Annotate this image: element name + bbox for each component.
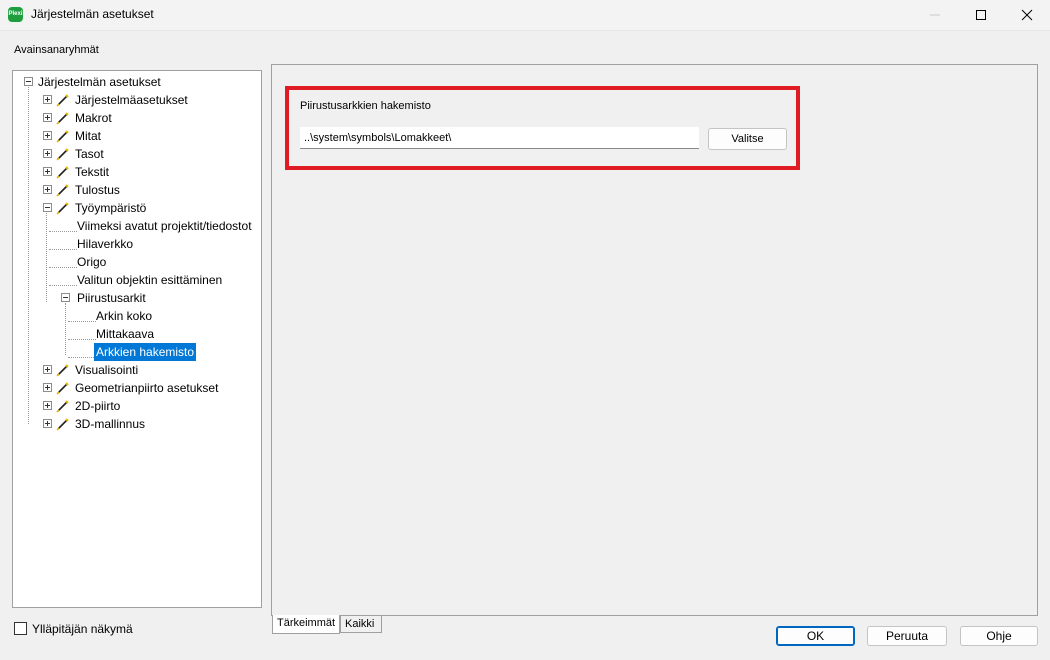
tree-connector bbox=[68, 357, 96, 358]
collapse-icon[interactable] bbox=[43, 203, 52, 212]
tree-node-label: Tulostus bbox=[75, 183, 120, 197]
select-directory-button[interactable]: Valitse bbox=[708, 128, 787, 150]
tree-connector bbox=[28, 87, 29, 424]
pencil-icon bbox=[56, 364, 69, 377]
pencil-icon bbox=[56, 418, 69, 431]
tree-node-label: 3D-mallinnus bbox=[75, 417, 146, 431]
tab-all[interactable]: Kaikki bbox=[340, 615, 382, 633]
tree-node-label: 2D-piirto bbox=[75, 399, 121, 413]
tree-node-label: Arkin koko bbox=[96, 309, 153, 323]
pencil-icon bbox=[56, 202, 69, 215]
expand-icon[interactable] bbox=[43, 401, 52, 410]
maximize-button[interactable] bbox=[958, 0, 1004, 30]
settings-tree[interactable]: Järjestelmän asetukset Järjestelmäasetuk… bbox=[12, 70, 262, 608]
tree-connector bbox=[68, 321, 96, 322]
expand-icon[interactable] bbox=[43, 131, 52, 140]
maximize-icon bbox=[976, 10, 986, 20]
cancel-button[interactable]: Peruuta bbox=[867, 626, 947, 646]
tree-connector bbox=[49, 285, 77, 286]
pencil-icon bbox=[56, 148, 69, 161]
tree-node-label: Järjestelmäasetukset bbox=[75, 93, 188, 107]
close-button[interactable] bbox=[1004, 0, 1050, 30]
tree-node-label: Mitat bbox=[75, 129, 102, 143]
pencil-icon bbox=[56, 166, 69, 179]
tree-node-label: Viimeksi avatut projektit/tiedostot bbox=[77, 219, 252, 233]
pencil-icon bbox=[56, 382, 69, 395]
tree-node-label: Mittakaava bbox=[96, 327, 155, 341]
tree-connector bbox=[49, 249, 77, 250]
ok-button[interactable]: OK bbox=[776, 626, 855, 646]
expand-icon[interactable] bbox=[43, 149, 52, 158]
pencil-icon bbox=[56, 400, 69, 413]
tree-node-label: Visualisointi bbox=[75, 363, 139, 377]
tree-connector bbox=[68, 339, 96, 340]
expand-icon[interactable] bbox=[43, 185, 52, 194]
tree-connector bbox=[46, 213, 47, 302]
tree-node-label: Tekstit bbox=[75, 165, 110, 179]
tree-node-label: Hilaverkko bbox=[77, 237, 134, 251]
tree-node-label: Piirustusarkit bbox=[77, 291, 146, 305]
tree-node-label-selected: Arkkien hakemisto bbox=[94, 343, 197, 361]
tree-connector bbox=[49, 231, 77, 232]
expand-icon[interactable] bbox=[43, 383, 52, 392]
minimize-button[interactable] bbox=[912, 0, 958, 30]
tree-connector bbox=[65, 303, 66, 355]
expand-icon[interactable] bbox=[43, 167, 52, 176]
tree-node-label: Järjestelmän asetukset bbox=[38, 75, 161, 89]
tree-node-label: Makrot bbox=[75, 111, 112, 125]
minimize-icon bbox=[930, 14, 940, 16]
window-title: Järjestelmän asetukset bbox=[31, 7, 154, 21]
expand-icon[interactable] bbox=[43, 95, 52, 104]
expand-icon[interactable] bbox=[43, 113, 52, 122]
pencil-icon bbox=[56, 94, 69, 107]
app-logo-icon: Plexi bbox=[8, 7, 23, 22]
tab-important[interactable]: Tärkeimmät bbox=[272, 615, 340, 634]
pencil-icon bbox=[56, 130, 69, 143]
expand-icon[interactable] bbox=[43, 365, 52, 374]
tree-node-label: Työympäristö bbox=[75, 201, 147, 215]
keyword-groups-label: Avainsanaryhmät bbox=[14, 44, 99, 56]
admin-view-checkbox[interactable] bbox=[14, 622, 27, 635]
tree-node-label: Origo bbox=[77, 255, 107, 269]
tree-node-label: Tasot bbox=[75, 147, 104, 161]
tree-node-label: Geometrianpiirto asetukset bbox=[75, 381, 219, 395]
help-button[interactable]: Ohje bbox=[960, 626, 1038, 646]
admin-view-label[interactable]: Ylläpitäjän näkymä bbox=[32, 622, 133, 636]
pencil-icon bbox=[56, 112, 69, 125]
sheet-directory-label: Piirustusarkkien hakemisto bbox=[300, 100, 431, 112]
collapse-icon[interactable] bbox=[24, 77, 33, 86]
sheet-directory-input[interactable]: ..\system\symbols\Lomakkeet\ bbox=[300, 127, 699, 149]
pencil-icon bbox=[56, 184, 69, 197]
expand-icon[interactable] bbox=[43, 419, 52, 428]
collapse-icon[interactable] bbox=[61, 293, 70, 302]
title-bar: Plexi Järjestelmän asetukset bbox=[0, 0, 1050, 31]
close-icon bbox=[1021, 9, 1033, 21]
tree-node-label: Valitun objektin esittäminen bbox=[77, 273, 223, 287]
tree-connector bbox=[49, 267, 77, 268]
